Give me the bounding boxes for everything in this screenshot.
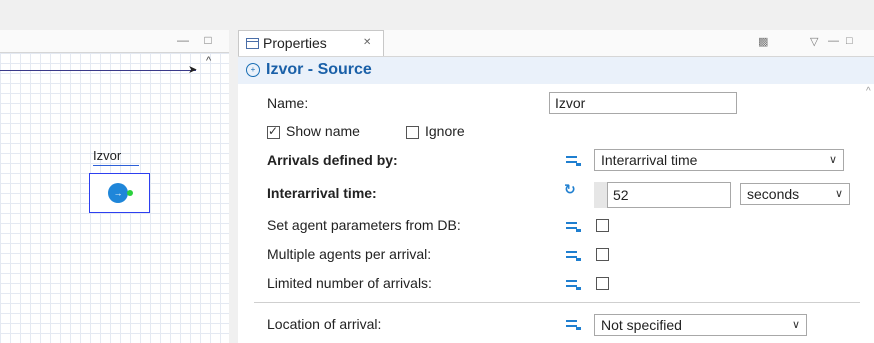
element-title-bar: + Izvor - Source [238,57,874,84]
multiple-agents-label: Multiple agents per arrival: [267,246,432,262]
source-block-icon: → [108,183,128,203]
close-icon[interactable]: ✕ [363,37,371,48]
dynamic-value-icon[interactable]: ↻ [564,181,576,198]
new-view-icon[interactable]: ▩ [758,35,768,48]
element-title: Izvor - Source [266,61,372,78]
location-of-arrival-label: Location of arrival: [267,316,382,332]
static-value-icon[interactable] [566,249,582,261]
set-agent-params-checkbox[interactable] [596,219,609,232]
show-name-label: Show name [286,123,360,139]
location-of-arrival-value: Not specified [601,317,682,333]
static-value-icon[interactable] [566,278,582,290]
code-gutter [594,182,607,208]
interarrival-time-label: Interarrival time: [267,185,377,201]
view-menu-icon[interactable]: ▽ [810,35,818,48]
editor-header: — □ [0,30,229,53]
interarrival-time-input[interactable]: 52 [607,182,731,208]
tab-properties[interactable]: Properties ✕ [238,30,384,56]
limited-arrivals-checkbox[interactable] [596,277,609,290]
scroll-up-icon[interactable]: ^ [866,86,871,97]
model-canvas[interactable]: ➤ ^ Izvor → [0,53,229,343]
minimize-icon[interactable]: — [828,35,839,47]
arrow-head-icon: ➤ [188,64,198,76]
time-unit-select[interactable]: seconds ∨ [740,183,850,205]
set-agent-params-label: Set agent parameters from DB: [267,217,461,233]
maximize-icon[interactable]: □ [201,33,215,47]
chevron-down-icon: ∨ [834,188,843,200]
arrivals-defined-by-select[interactable]: Interarrival time ∨ [594,149,844,171]
node-label-underline [93,165,139,166]
show-name-checkbox[interactable] [267,124,280,139]
properties-header: Properties ✕ ▩ ▽ — □ [238,30,874,57]
arrivals-defined-by-value: Interarrival time [601,152,698,168]
chevron-down-icon: ∨ [828,154,837,166]
maximize-icon[interactable]: □ [846,35,853,47]
chevron-down-icon: ∨ [791,319,800,331]
connector-line[interactable] [0,70,196,71]
multiple-agents-checkbox[interactable] [596,248,609,261]
name-input[interactable]: Izvor [549,92,737,114]
panel-divider[interactable] [229,30,238,343]
section-divider [254,302,860,303]
static-value-icon[interactable] [566,220,582,232]
ignore-checkbox[interactable] [406,126,419,139]
limited-arrivals-label: Limited number of arrivals: [267,275,432,291]
arrivals-defined-by-label: Arrivals defined by: [267,152,398,168]
source-icon: + [246,63,260,77]
static-value-icon[interactable] [566,154,582,166]
minimize-icon[interactable]: — [176,33,190,47]
top-band [0,0,874,30]
scroll-up-icon[interactable]: ^ [206,55,211,67]
name-label: Name: [267,95,309,111]
source-node[interactable]: → [89,173,150,213]
time-unit-value: seconds [747,186,800,202]
tab-label: Properties [263,35,327,51]
output-port-icon[interactable] [127,190,133,196]
node-label: Izvor [93,148,122,163]
static-value-icon[interactable] [566,318,582,330]
properties-icon [246,38,259,49]
ignore-label: Ignore [425,123,465,139]
location-of-arrival-select[interactable]: Not specified ∨ [594,314,807,336]
